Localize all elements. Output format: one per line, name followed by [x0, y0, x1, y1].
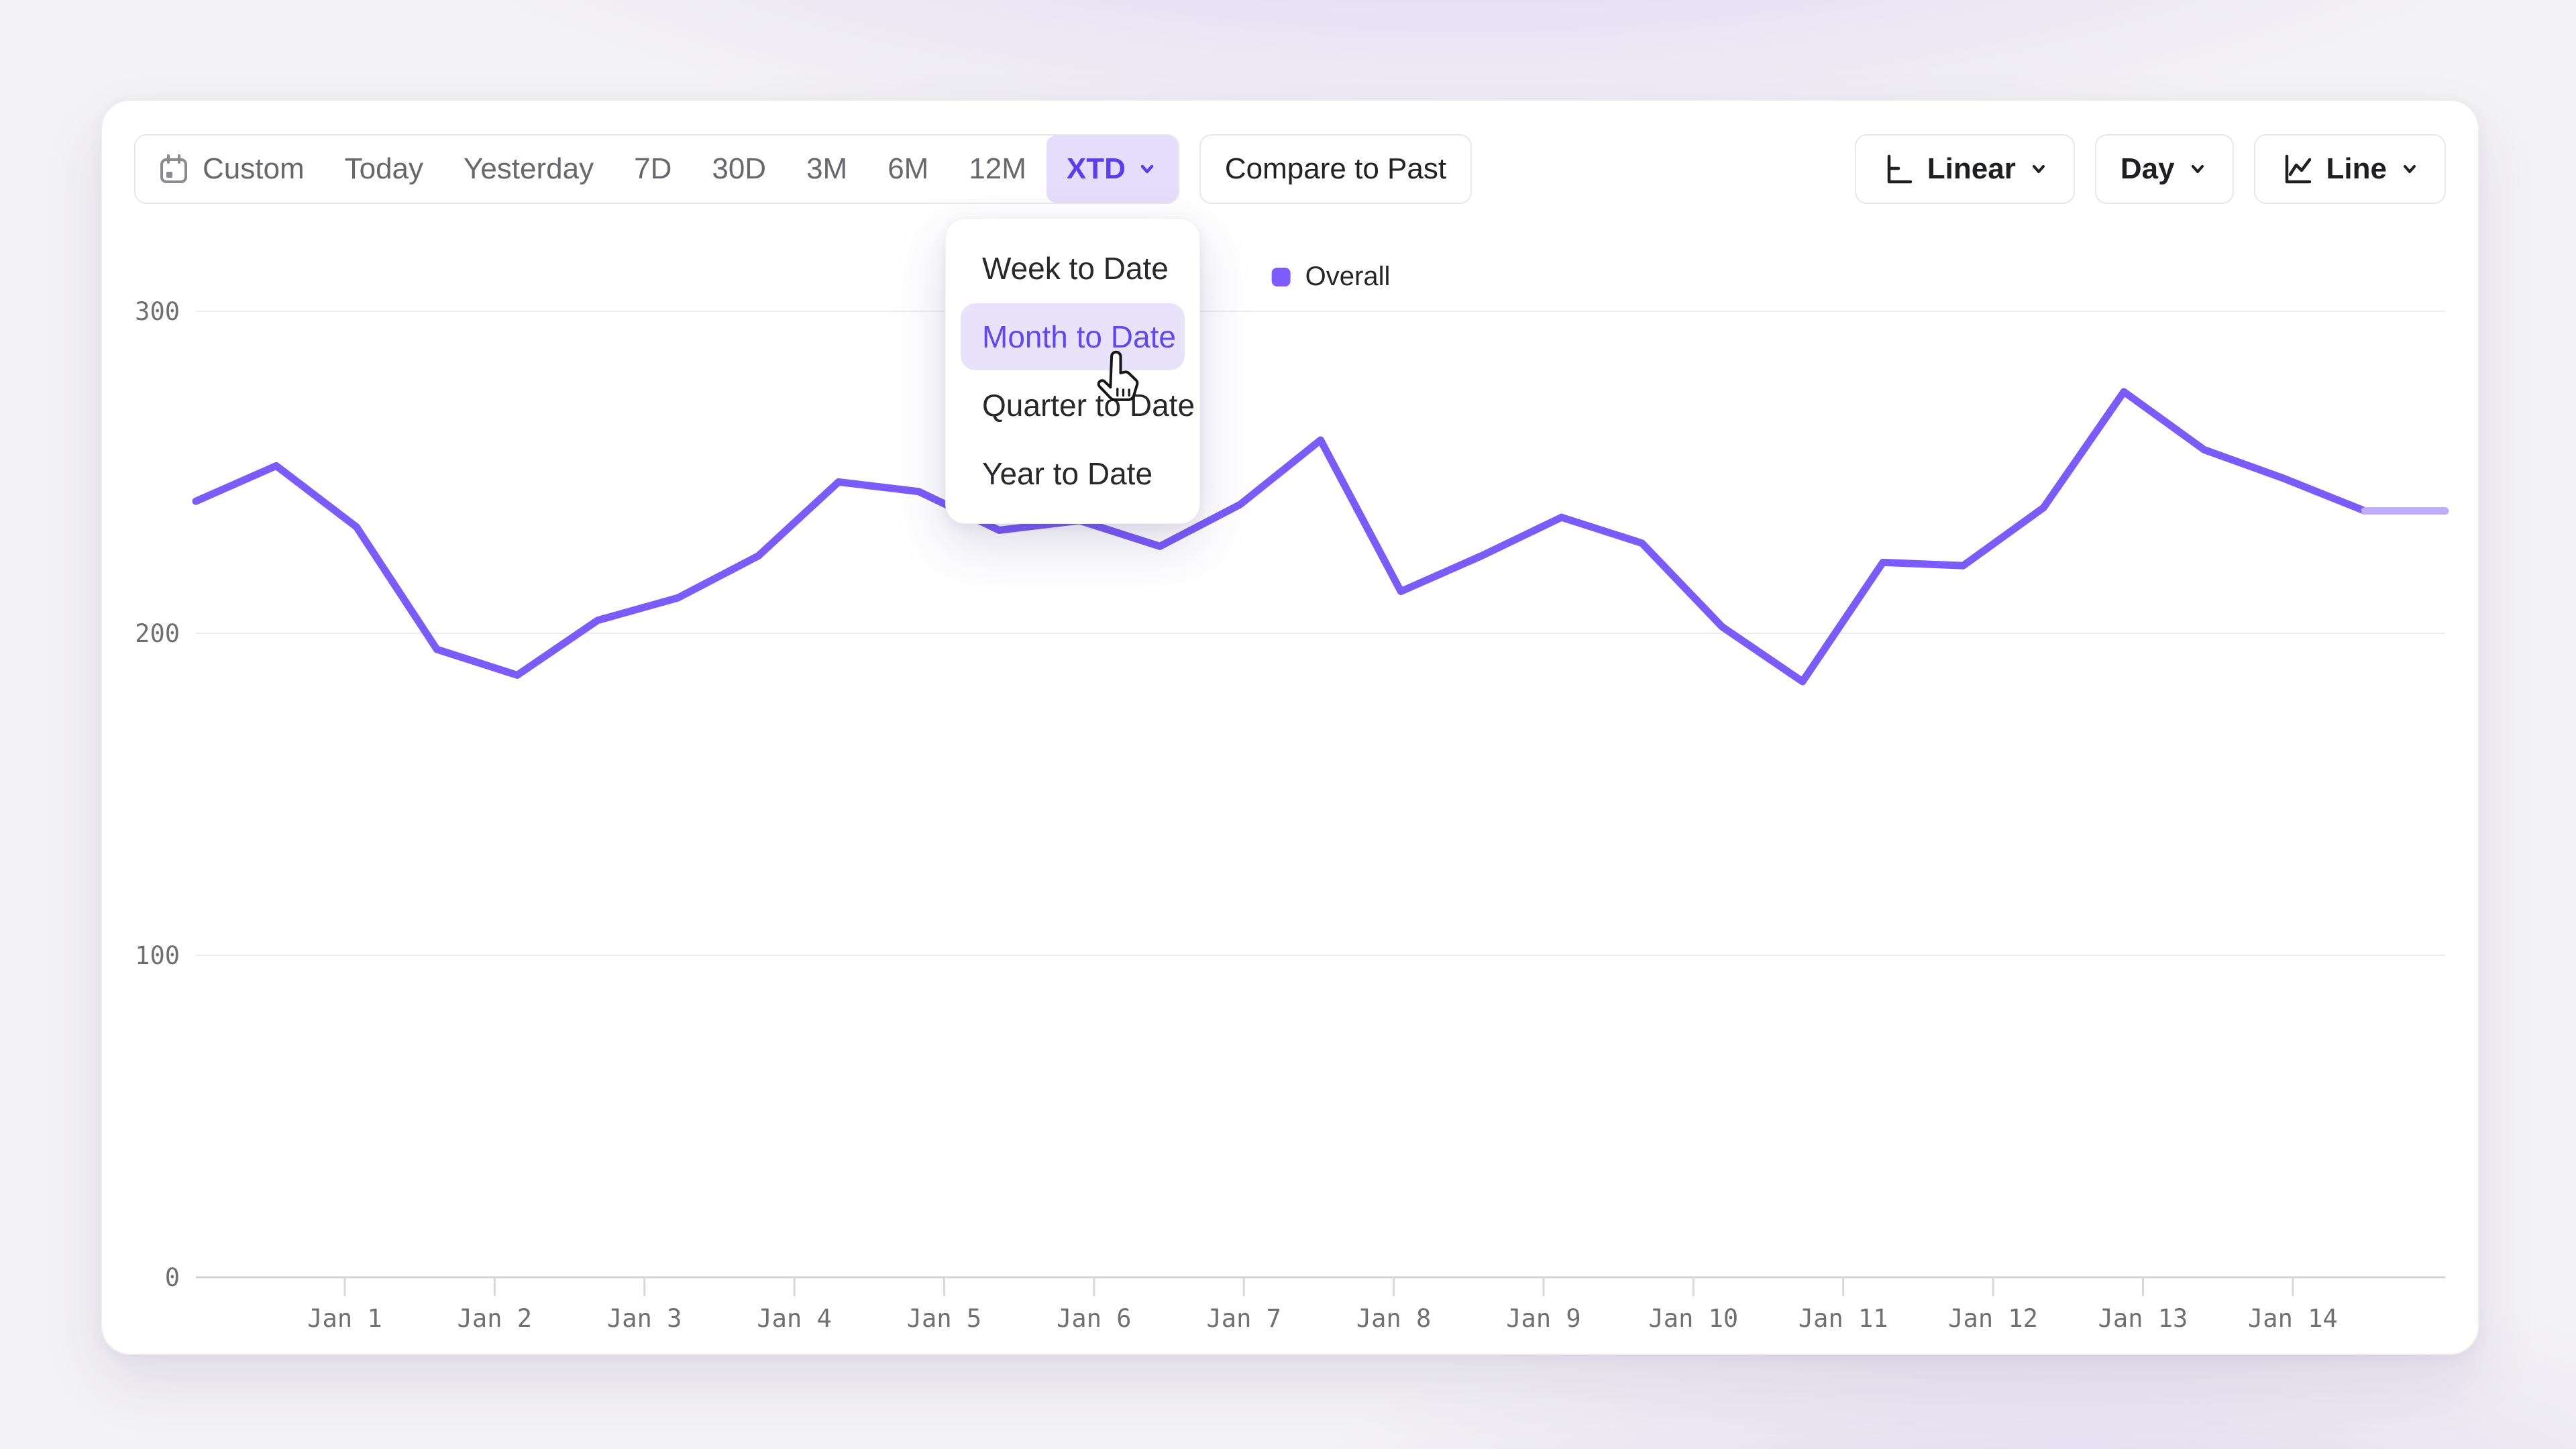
x-tick-label: Jan 14 — [2248, 1304, 2338, 1333]
line-chart: 0 100 200 300 Jan 1 Jan 2 Jan 3 Jan 4 Jan 5 Jan 6… — [102, 101, 2478, 1354]
x-tick-label: Jan 6 — [1057, 1304, 1131, 1333]
x-tick-label: Jan 8 — [1356, 1304, 1431, 1333]
y-tick-label: 100 — [135, 941, 180, 970]
menu-item-year-to-date[interactable]: Year to Date — [961, 440, 1185, 507]
x-tick-label: Jan 5 — [907, 1304, 981, 1333]
y-tick-label: 200 — [135, 619, 180, 648]
insights-chart-card: CustomTodayYesterday7D30D3M6M12MXTD Comp… — [101, 99, 2479, 1355]
desktop-background: { "toolbar": { "date_ranges": [ {"label"… — [0, 0, 2576, 1449]
x-tick-label: Jan 1 — [307, 1304, 382, 1333]
x-tick-label: Jan 11 — [1799, 1304, 1888, 1333]
date-range-dropdown-menu: Week to DateMonth to DateQuarter to Date… — [945, 218, 1200, 524]
y-tick-label: 0 — [165, 1263, 180, 1292]
x-tick-label: Jan 9 — [1506, 1304, 1580, 1333]
x-tick-label: Jan 10 — [1649, 1304, 1739, 1333]
mouse-pointer-icon — [1089, 349, 1147, 411]
x-tick-label: Jan 2 — [458, 1304, 532, 1333]
x-tick-label: Jan 13 — [2098, 1304, 2188, 1333]
series-line-overall — [196, 392, 2365, 682]
x-tick-label: Jan 7 — [1207, 1304, 1281, 1333]
x-tick-label: Jan 4 — [757, 1304, 831, 1333]
menu-item-month-to-date[interactable]: Month to Date — [961, 303, 1185, 370]
x-tick-label: Jan 12 — [1948, 1304, 2038, 1333]
menu-item-week-to-date[interactable]: Week to Date — [961, 235, 1185, 302]
x-tick-label: Jan 3 — [607, 1304, 682, 1333]
y-tick-label: 300 — [135, 297, 180, 326]
menu-item-quarter-to-date[interactable]: Quarter to Date — [961, 372, 1185, 439]
